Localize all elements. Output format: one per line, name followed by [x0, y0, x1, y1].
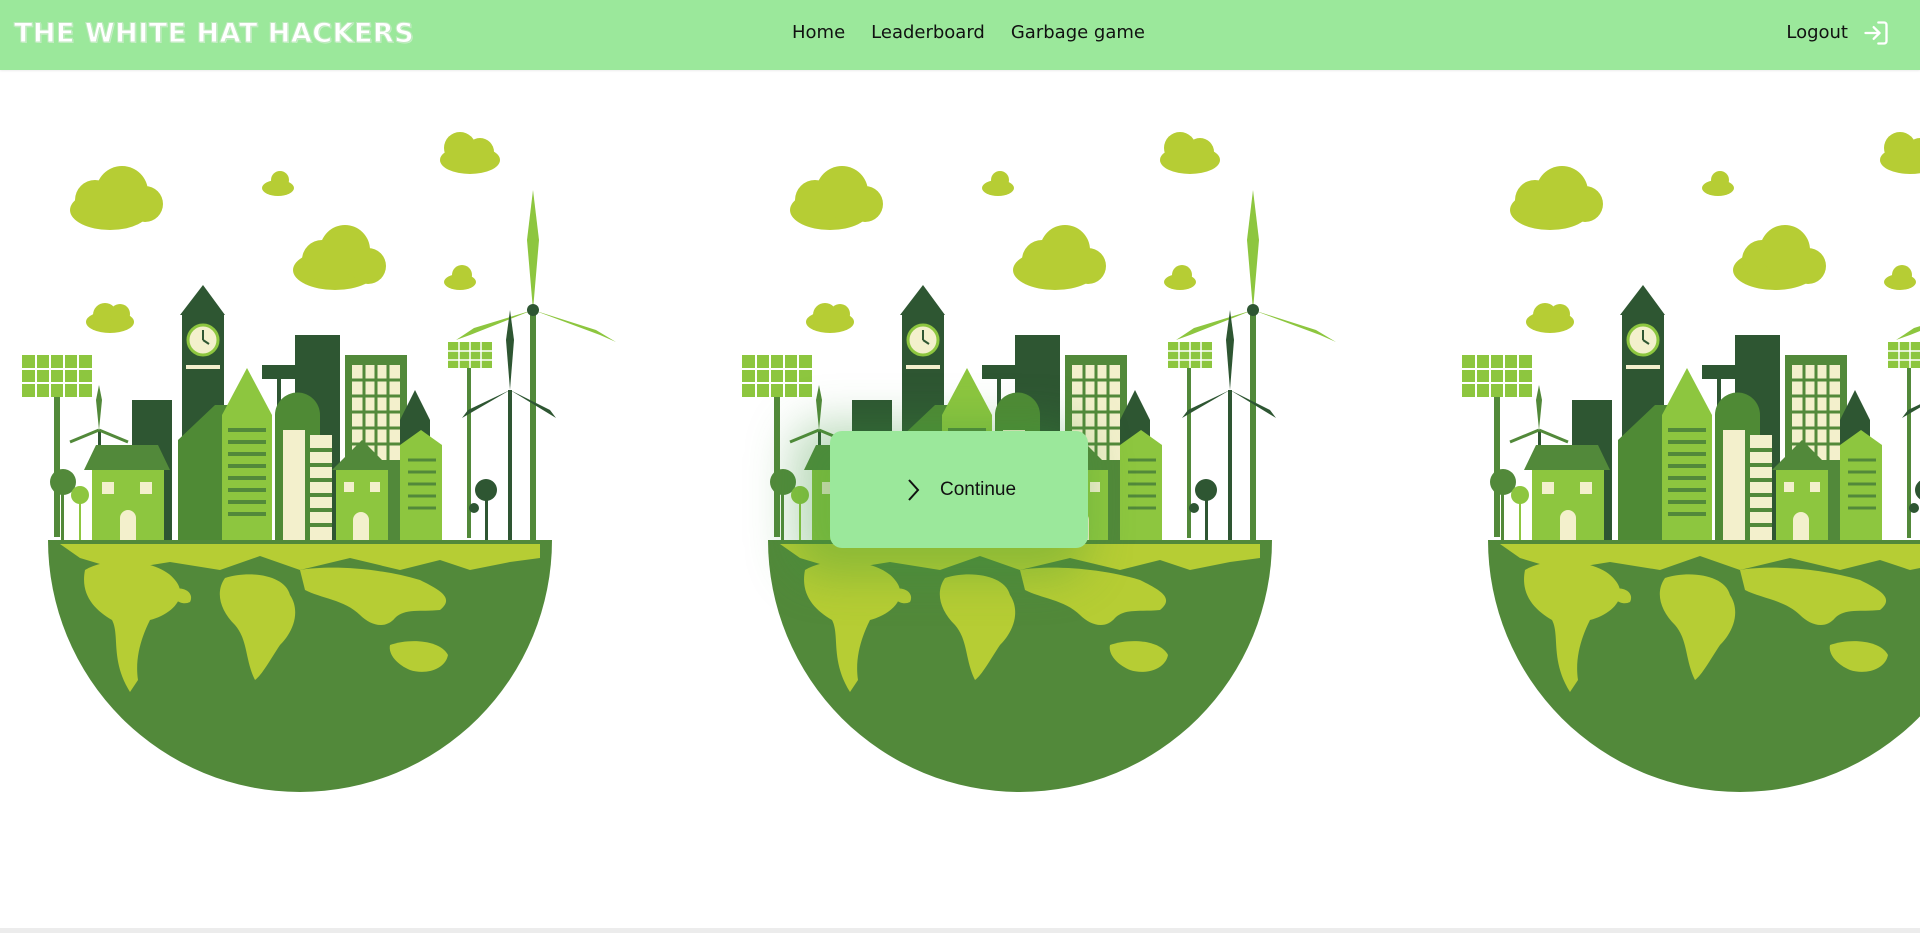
- main-nav: Home Leaderboard Garbage game: [792, 20, 1145, 46]
- logout-label: Logout: [1786, 22, 1848, 43]
- nav-link-home[interactable]: Home: [792, 20, 845, 46]
- nav-link-garbage-game[interactable]: Garbage game: [1011, 20, 1145, 46]
- navbar: THE WHITE HAT HACKERS Home Leaderboard G…: [0, 0, 1920, 70]
- chevron-right-icon: [908, 478, 920, 501]
- logout-button[interactable]: Logout: [1786, 18, 1890, 48]
- page-bottom-divider: [0, 928, 1920, 933]
- eco-city-globe-image: [1440, 100, 1920, 820]
- continue-button[interactable]: Continue: [830, 431, 1088, 548]
- nav-link-leaderboard[interactable]: Leaderboard: [871, 20, 985, 46]
- continue-label: Continue: [939, 478, 1017, 500]
- logout-icon: [1864, 21, 1888, 45]
- brand-logo[interactable]: THE WHITE HAT HACKERS: [13, 14, 414, 54]
- eco-city-globe-image: [0, 100, 700, 820]
